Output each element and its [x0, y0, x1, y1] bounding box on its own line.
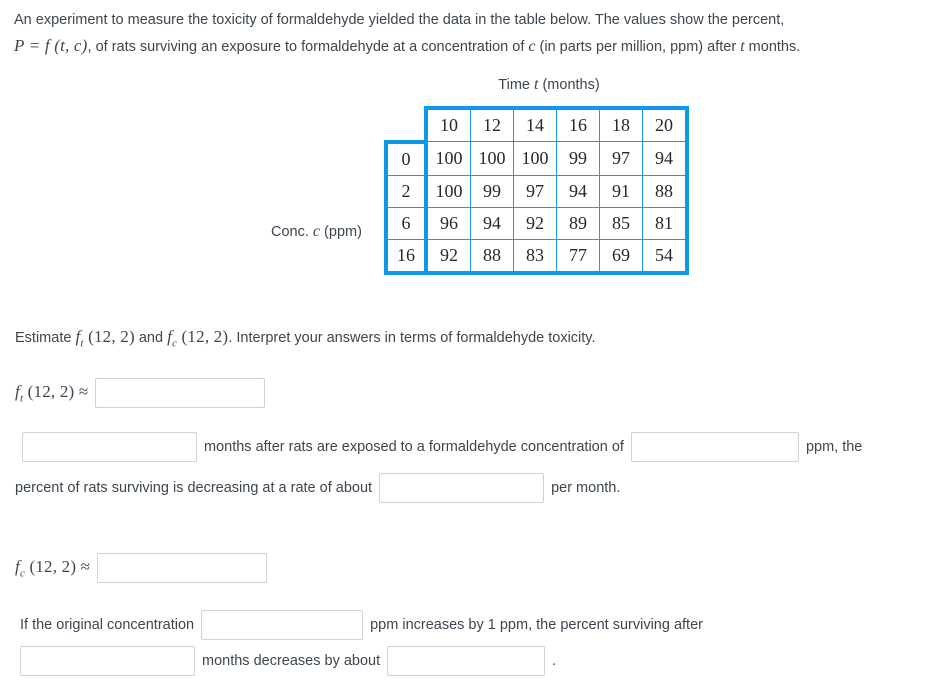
interpretation-sentence-2-line-2: months decreases by about. — [20, 646, 556, 676]
table-col-header-cell: 12 — [470, 106, 514, 142]
f-arguments: (12, 2) — [83, 327, 135, 346]
table-data-cell: 91 — [599, 174, 643, 208]
interpretation-sentence-1-line-1: months after rats are exposed to a forma… — [22, 432, 862, 462]
table-col-header-cell: 18 — [599, 106, 643, 142]
intro-line-2-text-c: months. — [744, 39, 801, 55]
table-column-axis-label: Time t (months) — [414, 76, 684, 94]
table-header-row: 10 12 14 16 18 20 — [386, 106, 689, 142]
table-row-header-cell: 2 — [384, 174, 427, 208]
fc-value-input[interactable] — [97, 553, 268, 583]
f-arguments: (12, 2) — [177, 327, 229, 346]
toxicity-table: 10 12 14 16 18 20 0 100 100 100 99 97 94 — [384, 106, 689, 275]
f-sub-t-expression: ft (12, 2) — [75, 327, 135, 349]
intro-line-2-text-a: , of rats surviving an exposure to forma… — [87, 39, 529, 55]
table-row-axis-label: Conc. c (ppm) — [271, 223, 362, 241]
ft-answer-row: ft (12, 2) ≈ — [15, 378, 266, 408]
sentence1-text-a: months after rats are exposed to a forma… — [204, 439, 624, 455]
variable-c: c — [528, 38, 536, 55]
rate-input-1[interactable] — [379, 473, 545, 503]
table-data-cell: 100 — [424, 141, 471, 176]
table-data-cell: 69 — [599, 238, 643, 275]
table-data-cell: 96 — [424, 206, 471, 240]
table-data-cell: 88 — [470, 238, 514, 275]
sentence2-text-a: If the original concentration — [20, 617, 195, 633]
formula-P-equals-f: P = f (t, c) — [14, 36, 88, 55]
table-data-cell: 94 — [470, 206, 514, 240]
problem-statement: An experiment to measure the toxicity of… — [14, 8, 929, 60]
table-col-header-cell: 16 — [556, 106, 600, 142]
table-row-header-cell: 6 — [384, 206, 427, 240]
table-data-cell: 94 — [556, 174, 600, 208]
table-data-cell: 77 — [556, 238, 600, 275]
table-data-cell: 54 — [642, 238, 689, 275]
data-table-region: Time t (months) Conc. c (ppm) 10 12 14 1… — [0, 76, 943, 291]
conc-label-prefix: Conc. — [271, 224, 313, 240]
table-row: 2 100 99 97 94 91 88 — [384, 174, 689, 208]
ft-answer-label: ft (12, 2) ≈ — [15, 381, 89, 404]
table-col-header-cell: 20 — [642, 106, 689, 142]
table-data-cell: 100 — [513, 141, 557, 176]
table-data-cell: 88 — [642, 174, 689, 208]
interpretation-sentence-2-line-1: If the original concentration ppm increas… — [20, 610, 703, 640]
table-row-header-cell: 16 — [384, 238, 427, 275]
f-sub-c-expression: fc (12, 2) — [167, 327, 229, 349]
time-label-suffix: (months) — [538, 77, 600, 93]
table-data-cell: 97 — [513, 174, 557, 208]
table-row: 16 92 88 83 77 69 54 — [384, 238, 689, 275]
table-data-cell: 89 — [556, 206, 600, 240]
months-input-2[interactable] — [20, 646, 195, 676]
table-data-cell: 85 — [599, 206, 643, 240]
concentration-ppm-input-1[interactable] — [630, 432, 799, 462]
table-row: 0 100 100 100 99 97 94 — [384, 139, 689, 176]
estimate-and: and — [134, 330, 168, 346]
sentence2-text-b: ppm increases by 1 ppm, the percent surv… — [370, 617, 703, 633]
fc-answer-label: fc (12, 2) ≈ — [15, 556, 91, 579]
f-arguments-approx: (12, 2) ≈ — [23, 381, 89, 401]
conc-variable-c: c — [312, 223, 321, 240]
months-input-1[interactable] — [22, 432, 197, 462]
interpretation-sentence-1-line-2: percent of rats surviving is decreasing … — [15, 473, 620, 503]
table-data-cell: 81 — [642, 206, 689, 240]
decrease-amount-input[interactable] — [387, 646, 546, 676]
table-row-header-cell: 0 — [384, 139, 427, 176]
intro-line-2: P = f (t, c), of rats surviving an expos… — [14, 33, 929, 60]
table-data-cell: 92 — [424, 238, 471, 275]
table-data-cell: 83 — [513, 238, 557, 275]
sentence1-text-d: per month. — [551, 480, 621, 496]
table-data-cell: 99 — [470, 174, 514, 208]
sentence1-text-c: percent of rats surviving is decreasing … — [15, 480, 373, 496]
table-data-cell: 99 — [556, 141, 600, 176]
time-label-prefix: Time — [498, 77, 534, 93]
intro-line-1: An experiment to measure the toxicity of… — [14, 12, 785, 28]
original-concentration-input[interactable] — [201, 610, 364, 640]
table-col-header-cell: 14 — [513, 106, 557, 142]
estimate-prefix: Estimate — [15, 330, 76, 346]
table-col-header-cell: 10 — [424, 106, 471, 142]
ft-value-input[interactable] — [95, 378, 266, 408]
table-data-cell: 94 — [642, 141, 689, 176]
sentence2-text-c: months decreases by about — [202, 653, 381, 669]
table-data-cell: 97 — [599, 141, 643, 176]
sentence1-text-b: ppm, the — [805, 439, 863, 455]
table-grid: 10 12 14 16 18 20 0 100 100 100 99 97 94 — [384, 106, 689, 275]
sentence2-text-d: . — [552, 653, 557, 669]
table-data-cell: 100 — [424, 174, 471, 208]
intro-line-2-text-b: (in parts per million, ppm) after — [535, 39, 741, 55]
table-data-cell: 92 — [513, 206, 557, 240]
table-row: 6 96 94 92 89 85 81 — [384, 206, 689, 240]
fc-answer-row: fc (12, 2) ≈ — [15, 553, 268, 583]
table-data-cell: 100 — [470, 141, 514, 176]
estimate-suffix: . Interpret your answers in terms of for… — [228, 330, 596, 346]
conc-label-suffix: (ppm) — [320, 224, 362, 240]
f-arguments-approx: (12, 2) ≈ — [25, 556, 91, 576]
table-corner-cell — [386, 108, 426, 142]
estimate-prompt: Estimate ft (12, 2) and fc (12, 2). Inte… — [15, 327, 596, 349]
